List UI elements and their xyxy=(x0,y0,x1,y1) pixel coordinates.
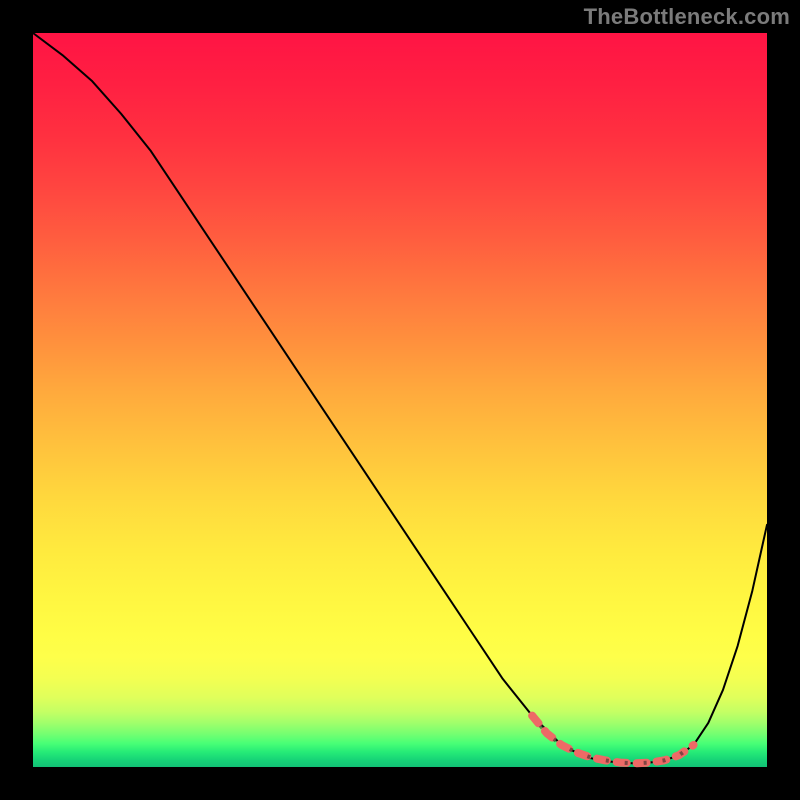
plot-area xyxy=(33,33,767,767)
chart-container: TheBottleneck.com xyxy=(0,0,800,800)
chart-svg xyxy=(0,0,800,800)
site-watermark: TheBottleneck.com xyxy=(584,4,790,30)
